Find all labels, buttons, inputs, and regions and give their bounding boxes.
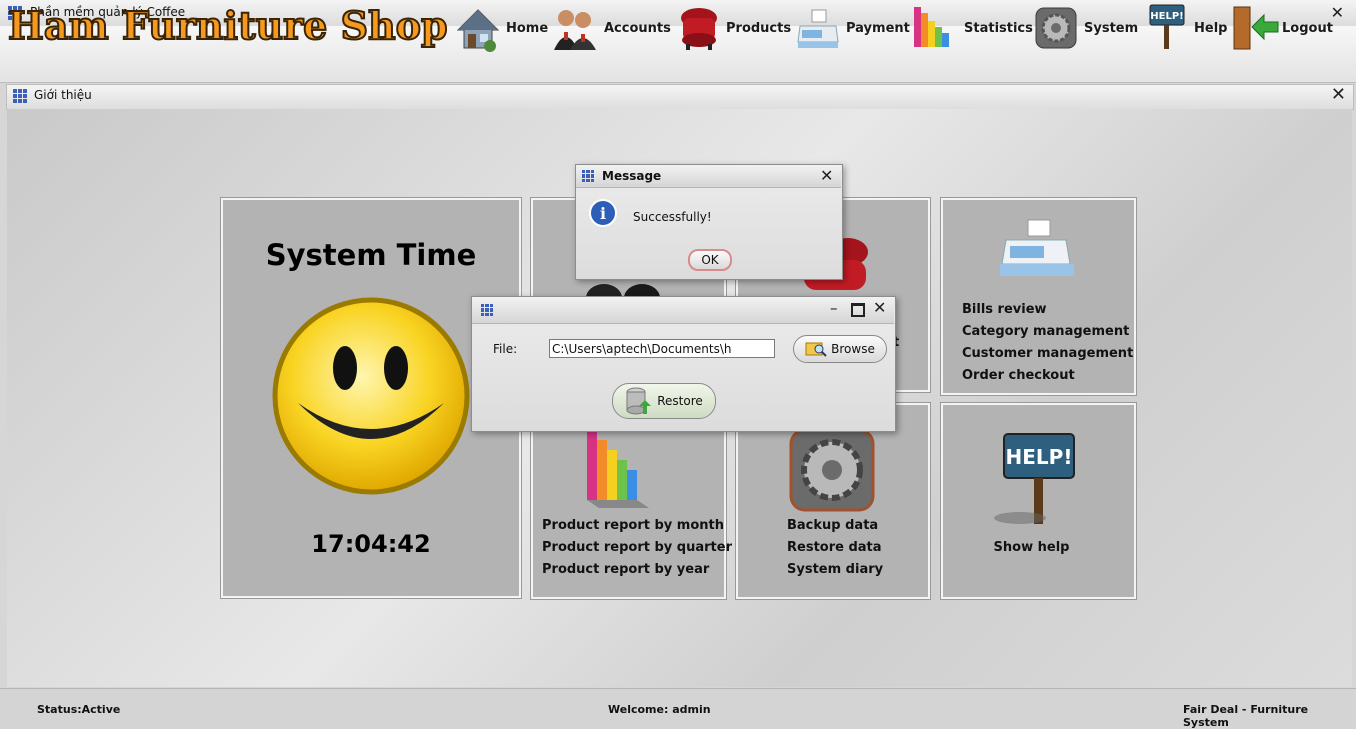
smiley-face-icon <box>272 297 470 495</box>
internal-frame-title-bar <box>6 84 1354 110</box>
statistics-menu: Product report by month Product report b… <box>542 515 732 581</box>
toolbar-logout-button[interactable]: Logout <box>1230 2 1333 54</box>
toolbar-payment-button[interactable]: Payment <box>796 2 910 54</box>
toolbar-system-label: System <box>1084 20 1139 36</box>
people-icon <box>554 10 596 50</box>
show-help-link[interactable]: Show help <box>941 537 1122 559</box>
system-clock: 17:04:42 <box>311 530 431 558</box>
folder-search-icon <box>805 342 827 357</box>
welcome-text: Welcome: admin <box>608 703 711 716</box>
payment-menu: Bills review Category management Custome… <box>962 299 1133 387</box>
toolbar-home-button[interactable]: Home <box>456 2 548 54</box>
order-checkout-link[interactable]: Order checkout <box>962 365 1133 387</box>
report-by-year-link[interactable]: Product report by year <box>542 559 732 581</box>
frame-close-icon[interactable]: ✕ <box>1331 84 1346 105</box>
cash-register-icon <box>797 9 839 48</box>
frame-icon <box>13 89 27 103</box>
status-text: Status:Active <box>37 703 121 716</box>
system-gears-icon <box>789 428 875 512</box>
backup-data-link[interactable]: Backup data <box>787 515 883 537</box>
statistics-bar-chart-icon <box>587 430 649 508</box>
toolbar-accounts-button[interactable]: Accounts <box>552 2 671 54</box>
info-icon: i <box>589 199 617 227</box>
browse-button-label: Browse <box>831 342 875 356</box>
database-restore-icon <box>626 387 652 415</box>
toolbar-logout-label: Logout <box>1282 20 1333 36</box>
payment-cash-register-icon <box>1000 219 1074 276</box>
internal-frame-title: Giới thiệu <box>34 88 92 102</box>
toolbar-accounts-label: Accounts <box>604 20 671 36</box>
browse-button[interactable]: Browse <box>793 335 887 363</box>
svg-text:i: i <box>600 204 606 223</box>
file-label: File: <box>493 342 518 356</box>
bar-chart-icon <box>914 7 949 47</box>
report-by-quarter-link[interactable]: Product report by quarter <box>542 537 732 559</box>
minimize-icon[interactable]: – <box>830 299 838 317</box>
toolbar-help-label: Help <box>1194 20 1228 36</box>
file-path-input[interactable] <box>549 339 775 358</box>
system-time-heading: System Time <box>265 238 477 272</box>
system-diary-link[interactable]: System diary <box>787 559 883 581</box>
message-close-icon[interactable]: ✕ <box>820 166 833 185</box>
toolbar-statistics-label: Statistics <box>964 20 1033 36</box>
restore-button[interactable]: Restore <box>612 383 716 419</box>
message-dialog-title: Message <box>602 169 662 183</box>
toolbar-home-label: Home <box>506 20 549 36</box>
restore-close-icon[interactable]: ✕ <box>873 298 886 317</box>
ok-button[interactable]: OK <box>688 249 732 271</box>
toolbar-system-button[interactable]: System <box>1034 2 1138 54</box>
report-by-month-link[interactable]: Product report by month <box>542 515 732 537</box>
toolbar-products-label: Products <box>726 20 792 36</box>
customer-management-link[interactable]: Customer management <box>962 343 1133 365</box>
toolbar-statistics-button[interactable]: Statistics <box>912 2 1033 54</box>
restore-button-label: Restore <box>657 394 703 408</box>
gears-icon <box>1035 7 1077 49</box>
message-dialog-icon <box>582 170 594 182</box>
category-management-link[interactable]: Category management <box>962 321 1133 343</box>
bills-review-link[interactable]: Bills review <box>962 299 1133 321</box>
svg-text:HELP!: HELP! <box>1150 11 1183 22</box>
door-exit-icon <box>1233 6 1279 50</box>
toolbar-help-button[interactable]: HELP! Help <box>1148 2 1227 54</box>
help-sign-large-icon: HELP! <box>994 433 1075 524</box>
restore-dialog-icon <box>481 304 493 316</box>
system-name-text: Fair Deal - Furniture System <box>1183 703 1309 729</box>
maximize-icon[interactable] <box>851 303 865 317</box>
toolbar-products-button[interactable]: Products <box>678 2 791 54</box>
help-sign-icon: HELP! <box>1149 4 1185 49</box>
restore-data-link[interactable]: Restore data <box>787 537 883 559</box>
message-text: Successfully! <box>633 210 712 224</box>
svg-text:HELP!: HELP! <box>1006 445 1073 469</box>
system-menu: Backup data Restore data System diary <box>787 515 883 581</box>
toolbar-payment-label: Payment <box>846 20 910 36</box>
brand-logo: Ham Furniture Shop <box>7 2 449 49</box>
house-icon <box>456 9 500 52</box>
armchair-icon <box>681 8 717 50</box>
